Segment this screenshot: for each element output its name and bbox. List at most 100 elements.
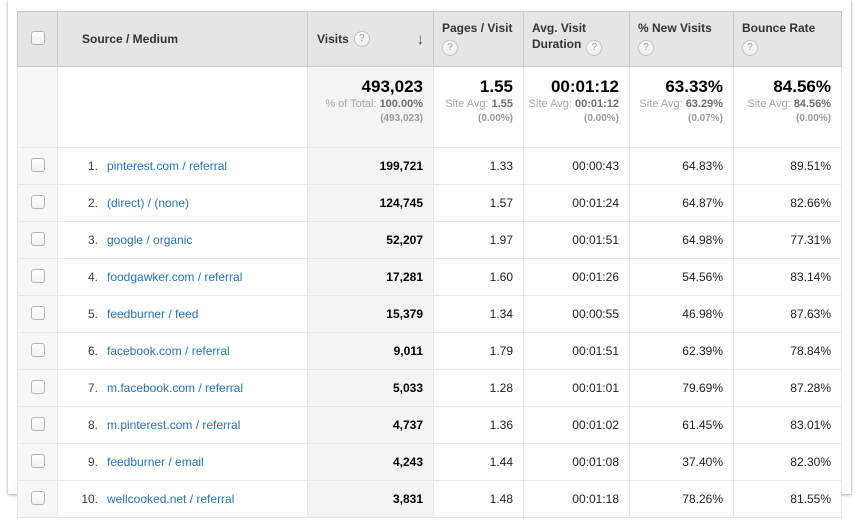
row-rank: 6. — [72, 344, 98, 358]
column-header-label: Pages / Visit — [442, 20, 517, 36]
column-header-source-medium[interactable]: Source / Medium — [58, 12, 308, 67]
bounce-rate-cell: 82.66% — [734, 185, 842, 222]
row-rank: 2. — [72, 196, 98, 210]
source-medium-link[interactable]: facebook.com / referral — [107, 344, 230, 358]
column-header-label: Avg. Visit Duration — [532, 21, 586, 51]
help-icon[interactable]: ? — [638, 40, 654, 56]
row-rank: 4. — [72, 270, 98, 284]
column-header-pages-per-visit[interactable]: Pages / Visit ? — [434, 12, 524, 67]
table-row: 8.m.pinterest.com / referral 4,737 1.36 … — [18, 407, 842, 444]
bounce-rate-cell: 87.28% — [734, 370, 842, 407]
column-header-new-visits[interactable]: % New Visits ? — [630, 12, 734, 67]
pages-per-visit-cell: 1.36 — [434, 407, 524, 444]
source-medium-link[interactable]: feedburner / feed — [107, 307, 198, 321]
row-checkbox[interactable] — [31, 158, 45, 172]
table-header-row: Source / Medium Visits ? ↓ Pages / Visit… — [18, 12, 842, 67]
visits-cell: 4,243 — [308, 444, 434, 481]
table-row: 7.m.facebook.com / referral 5,033 1.28 0… — [18, 370, 842, 407]
visits-cell: 5,033 — [308, 370, 434, 407]
analytics-table-card: Source / Medium Visits ? ↓ Pages / Visit… — [8, 0, 851, 494]
source-medium-link[interactable]: m.facebook.com / referral — [107, 381, 243, 395]
bounce-rate-cell: 83.14% — [734, 259, 842, 296]
column-header-avg-visit-duration[interactable]: Avg. Visit Duration? — [524, 12, 630, 67]
bounce-rate-cell: 81.55% — [734, 481, 842, 518]
pages-per-visit-cell: 1.60 — [434, 259, 524, 296]
avg-visit-duration-cell: 00:01:51 — [524, 222, 630, 259]
row-checkbox[interactable] — [31, 380, 45, 394]
avg-visit-duration-cell: 00:00:55 — [524, 296, 630, 333]
summary-new-visits: 63.33% Site Avg: 63.29% (0.07%) — [630, 67, 734, 148]
row-rank: 10. — [72, 492, 98, 506]
pages-per-visit-cell: 1.34 — [434, 296, 524, 333]
source-medium-table: Source / Medium Visits ? ↓ Pages / Visit… — [17, 11, 842, 518]
table-row: 4.foodgawker.com / referral 17,281 1.60 … — [18, 259, 842, 296]
row-rank: 1. — [72, 159, 98, 173]
select-all-header-cell — [18, 12, 58, 67]
row-rank: 3. — [72, 233, 98, 247]
row-rank: 5. — [72, 307, 98, 321]
visits-cell: 15,379 — [308, 296, 434, 333]
bounce-rate-cell: 89.51% — [734, 148, 842, 185]
new-visits-cell: 78.26% — [630, 481, 734, 518]
help-icon[interactable]: ? — [442, 40, 458, 56]
help-icon[interactable]: ? — [742, 40, 758, 56]
row-checkbox[interactable] — [31, 454, 45, 468]
source-medium-link[interactable]: m.pinterest.com / referral — [107, 418, 240, 432]
pages-per-visit-cell: 1.33 — [434, 148, 524, 185]
source-medium-link[interactable]: feedburner / email — [107, 455, 204, 469]
visits-cell: 3,831 — [308, 481, 434, 518]
avg-visit-duration-cell: 00:01:51 — [524, 333, 630, 370]
visits-cell: 4,737 — [308, 407, 434, 444]
row-checkbox[interactable] — [31, 306, 45, 320]
source-medium-link[interactable]: google / organic — [107, 233, 192, 247]
avg-visit-duration-cell: 00:01:18 — [524, 481, 630, 518]
avg-visit-duration-cell: 00:01:26 — [524, 259, 630, 296]
visits-cell: 199,721 — [308, 148, 434, 185]
summary-bounce-rate: 84.56% Site Avg: 84.56% (0.00%) — [734, 67, 842, 148]
avg-visit-duration-cell: 00:01:01 — [524, 370, 630, 407]
summary-value: 1.55 — [434, 76, 513, 97]
avg-visit-duration-cell: 00:01:24 — [524, 185, 630, 222]
summary-row: 493,023 % of Total: 100.00% (493,023) 1.… — [18, 67, 842, 148]
pages-per-visit-cell: 1.48 — [434, 481, 524, 518]
table-row: 10.wellcooked.net / referral 3,831 1.48 … — [18, 481, 842, 518]
column-header-label: % New Visits — [638, 20, 727, 36]
pages-per-visit-cell: 1.44 — [434, 444, 524, 481]
avg-visit-duration-cell: 00:01:08 — [524, 444, 630, 481]
help-icon[interactable]: ? — [354, 31, 370, 47]
bounce-rate-cell: 82.30% — [734, 444, 842, 481]
pages-per-visit-cell: 1.28 — [434, 370, 524, 407]
column-header-label: Source / Medium — [82, 32, 178, 46]
column-header-bounce-rate[interactable]: Bounce Rate ? — [734, 12, 842, 67]
source-medium-link[interactable]: foodgawker.com / referral — [107, 270, 242, 284]
row-checkbox[interactable] — [31, 195, 45, 209]
avg-visit-duration-cell: 00:00:43 — [524, 148, 630, 185]
table-row: 9. feedburner / email 4,243 1.44 00:01:08… — [18, 444, 842, 481]
new-visits-cell: 37.40% — [630, 444, 734, 481]
table-row: 6.facebook.com / referral 9,011 1.79 00:… — [18, 333, 842, 370]
source-medium-link[interactable]: wellcooked.net / referral — [107, 492, 234, 506]
new-visits-cell: 54.56% — [630, 259, 734, 296]
bounce-rate-cell: 78.84% — [734, 333, 842, 370]
column-header-visits[interactable]: Visits ? ↓ — [308, 12, 434, 67]
source-medium-link[interactable]: (direct) / (none) — [107, 196, 189, 210]
row-checkbox[interactable] — [31, 232, 45, 246]
new-visits-cell: 64.87% — [630, 185, 734, 222]
new-visits-cell: 64.83% — [630, 148, 734, 185]
row-checkbox[interactable] — [31, 491, 45, 505]
summary-value: 493,023 — [308, 76, 423, 97]
select-all-checkbox[interactable] — [31, 31, 45, 45]
summary-source-cell — [58, 67, 308, 148]
row-checkbox[interactable] — [31, 269, 45, 283]
column-header-label: Visits — [317, 32, 349, 46]
sort-descending-icon: ↓ — [417, 31, 425, 48]
summary-value: 63.33% — [630, 76, 723, 97]
row-checkbox[interactable] — [31, 417, 45, 431]
source-medium-link[interactable]: pinterest.com / referral — [107, 159, 227, 173]
row-checkbox[interactable] — [31, 343, 45, 357]
visits-cell: 52,207 — [308, 222, 434, 259]
new-visits-cell: 61.45% — [630, 407, 734, 444]
summary-value: 00:01:12 — [524, 76, 619, 97]
row-rank: 9. — [72, 455, 98, 469]
help-icon[interactable]: ? — [586, 40, 602, 56]
